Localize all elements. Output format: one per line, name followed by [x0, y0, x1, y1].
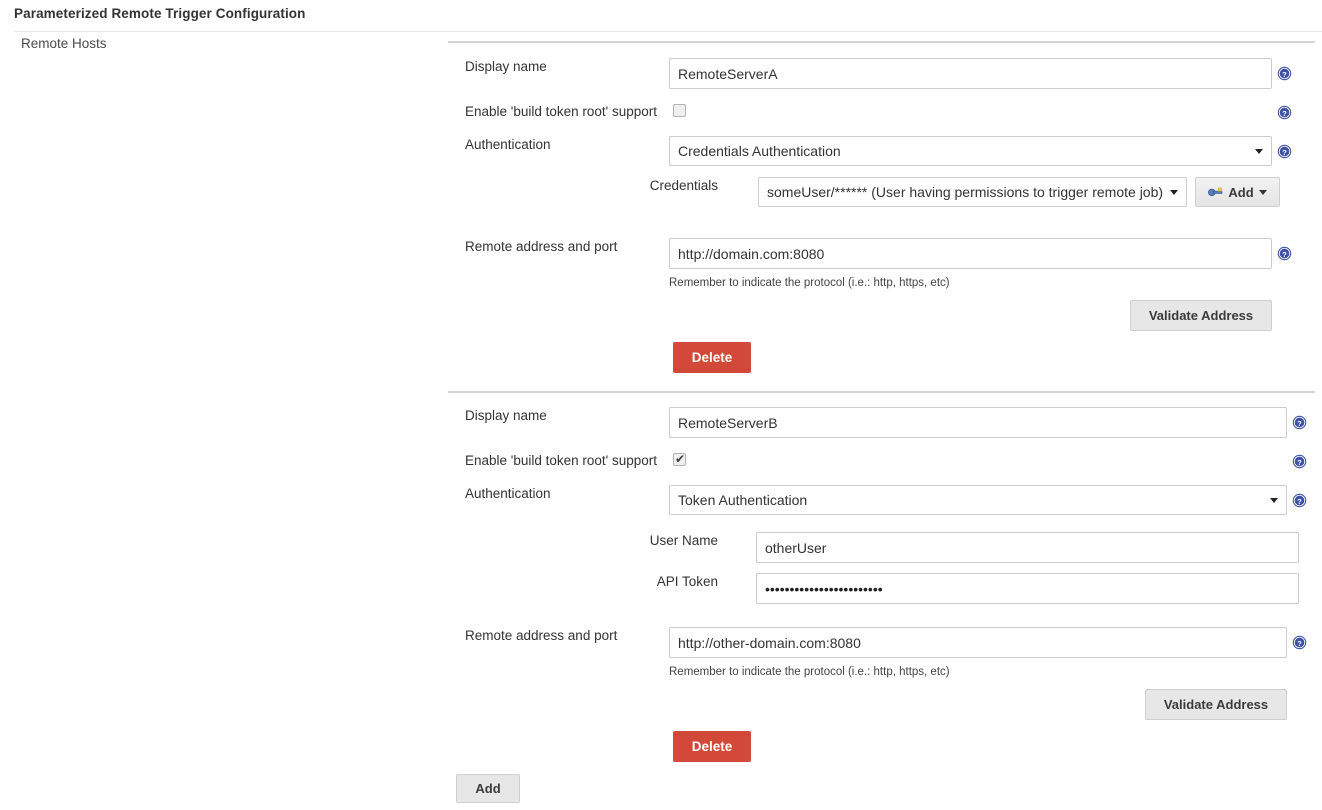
chevron-down-icon: [1170, 189, 1178, 195]
delete-button-a[interactable]: Delete: [673, 342, 751, 373]
chevron-down-icon: [1258, 189, 1267, 195]
svg-text:?: ?: [1282, 109, 1287, 118]
svg-text:?: ?: [1282, 250, 1287, 259]
remote-trigger-configuration-page: Parameterized Remote Trigger Configurati…: [0, 0, 1322, 810]
help-icon[interactable]: ?: [1292, 635, 1307, 650]
validate-address-label: Validate Address: [1148, 308, 1254, 323]
key-icon: [1208, 185, 1223, 200]
svg-text:?: ?: [1297, 639, 1302, 648]
help-icon[interactable]: ?: [1292, 454, 1307, 469]
delete-label: Delete: [691, 739, 733, 754]
credentials-select-a[interactable]: someUser/****** (User having permissions…: [758, 177, 1187, 207]
section-top-divider: [448, 41, 1315, 43]
add-credentials-label: Add: [1228, 184, 1254, 200]
svg-text:?: ?: [1297, 497, 1302, 506]
label-build-token-root-b: Enable 'build token root' support: [465, 453, 658, 468]
label-authentication-b: Authentication: [465, 486, 551, 501]
label-authentication-a: Authentication: [465, 137, 551, 152]
build-token-root-checkbox-b[interactable]: ✔: [673, 453, 686, 466]
protocol-hint-b: Remember to indicate the protocol (i.e.:…: [669, 666, 950, 678]
help-icon[interactable]: ?: [1277, 66, 1292, 81]
credentials-select-value-a: someUser/****** (User having permissions…: [767, 184, 1164, 200]
help-icon[interactable]: ?: [1277, 105, 1292, 120]
delete-label: Delete: [691, 350, 733, 365]
display-name-input-b[interactable]: [669, 407, 1287, 438]
help-icon[interactable]: ?: [1277, 144, 1292, 159]
add-host-label: Add: [475, 781, 501, 796]
remote-address-input-a[interactable]: [669, 238, 1272, 269]
svg-text:?: ?: [1282, 148, 1287, 157]
label-credentials-a: Credentials: [649, 178, 718, 193]
host-section-divider: [448, 391, 1315, 393]
label-remote-address-b: Remote address and port: [465, 628, 618, 643]
delete-button-b[interactable]: Delete: [673, 731, 751, 762]
header-divider: [14, 31, 1322, 32]
svg-text:?: ?: [1282, 70, 1287, 79]
api-token-value: ••••••••••••••••••••••••: [765, 580, 883, 597]
help-icon[interactable]: ?: [1277, 246, 1292, 261]
help-icon[interactable]: ?: [1292, 415, 1307, 430]
user-name-input-b[interactable]: [756, 532, 1299, 563]
label-display-name-b: Display name: [465, 408, 547, 423]
label-remote-address-a: Remote address and port: [465, 239, 618, 254]
authentication-select-b[interactable]: Token Authentication: [669, 485, 1287, 515]
chevron-down-icon: [1270, 497, 1278, 503]
remote-address-input-b[interactable]: [669, 627, 1287, 658]
build-token-root-checkbox-a[interactable]: [673, 104, 686, 117]
section-label-remote-hosts: Remote Hosts: [21, 36, 107, 51]
svg-text:?: ?: [1297, 419, 1302, 428]
page-title: Parameterized Remote Trigger Configurati…: [14, 6, 306, 21]
help-icon[interactable]: ?: [1292, 493, 1307, 508]
authentication-select-a[interactable]: Credentials Authentication: [669, 136, 1272, 166]
label-user-name-b: User Name: [649, 533, 718, 548]
validate-address-label: Validate Address: [1163, 697, 1269, 712]
validate-address-button-a[interactable]: Validate Address: [1130, 300, 1272, 331]
api-token-input-b[interactable]: ••••••••••••••••••••••••: [756, 573, 1299, 604]
chevron-down-icon: [1255, 148, 1263, 154]
checkmark-icon: ✔: [675, 452, 686, 466]
add-credentials-button[interactable]: Add: [1195, 177, 1280, 207]
authentication-select-value-b: Token Authentication: [678, 492, 808, 508]
display-name-input-a[interactable]: [669, 58, 1272, 89]
protocol-hint-a: Remember to indicate the protocol (i.e.:…: [669, 277, 950, 289]
authentication-select-value-a: Credentials Authentication: [678, 143, 841, 159]
label-build-token-root-a: Enable 'build token root' support: [465, 104, 658, 119]
add-host-button[interactable]: Add: [456, 774, 520, 803]
label-api-token-b: API Token: [656, 574, 718, 589]
label-display-name-a: Display name: [465, 59, 547, 74]
svg-text:?: ?: [1297, 458, 1302, 467]
validate-address-button-b[interactable]: Validate Address: [1145, 689, 1287, 720]
